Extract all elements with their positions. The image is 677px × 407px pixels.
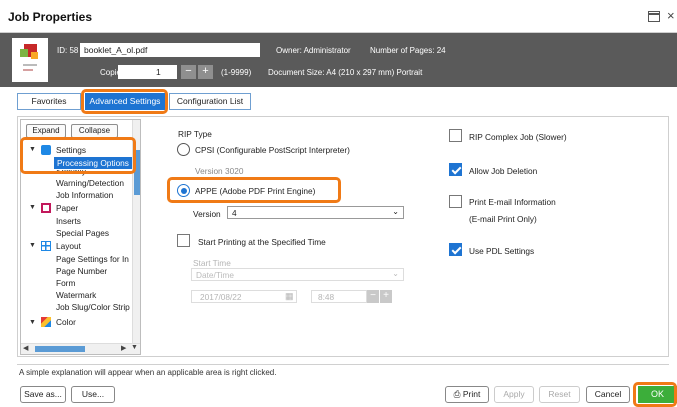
appe-radio[interactable] [177, 184, 190, 197]
close-icon[interactable]: × [667, 8, 675, 23]
ok-button[interactable]: OK [638, 386, 677, 403]
tree-item-inserts[interactable]: Inserts [56, 216, 81, 226]
rip-type-heading: RIP Type [178, 129, 212, 139]
chevron-down-icon[interactable]: ▼ [29, 146, 36, 153]
tree-item-form[interactable]: Form [56, 278, 75, 288]
expand-button[interactable]: Expand [26, 124, 66, 138]
cancel-button[interactable]: Cancel [586, 386, 630, 403]
chevron-down-icon[interactable]: ▼ [29, 204, 36, 211]
settings-icon [41, 145, 51, 155]
tree-item-warning-detection[interactable]: Warning/Detection [56, 178, 124, 188]
email-only-label: (E-mail Print Only) [469, 214, 537, 224]
tree-item-paper[interactable]: Paper [56, 203, 78, 213]
copies-range: (1-9999) [221, 68, 252, 77]
chevron-down-icon[interactable]: ▼ [29, 319, 36, 326]
status-bar: A simple explanation will appear when an… [17, 364, 669, 378]
tab-favorites[interactable]: Favorites [17, 93, 81, 110]
layout-icon [41, 241, 51, 251]
window-title: Job Properties [8, 10, 93, 24]
use-pdl-label: Use PDL Settings [469, 246, 535, 256]
calendar-icon[interactable]: ▦ [285, 291, 294, 302]
scroll-down-icon[interactable]: ▼ [131, 344, 138, 351]
copies-increment-button[interactable]: + [198, 65, 213, 79]
version-select[interactable]: 4 ⌄ [227, 206, 404, 219]
chevron-down-icon: ⌄ [392, 207, 399, 216]
save-as-button[interactable]: Save as... [20, 386, 66, 403]
job-id: ID: 58 [57, 46, 79, 55]
print-label: Print [462, 389, 481, 399]
apply-button[interactable]: Apply [494, 386, 534, 403]
date-value-text: 2017/08/22 [200, 292, 242, 302]
tree-item-job-information[interactable]: Job Information [56, 190, 113, 200]
tree-item-watermark[interactable]: Watermark [56, 290, 96, 300]
allow-deletion-checkbox[interactable] [449, 163, 462, 176]
tree-item-page-number[interactable]: Page Number [56, 266, 107, 276]
chevron-down-icon[interactable]: ▼ [29, 242, 36, 249]
collapse-button[interactable]: Collapse [71, 124, 118, 138]
cpsi-version: Version 3020 [195, 166, 244, 176]
copies-decrement-button[interactable]: − [181, 65, 196, 79]
tree-item-job-slug[interactable]: Job Slug/Color Strip [56, 302, 130, 312]
cpsi-radio[interactable] [177, 143, 190, 156]
print-email-checkbox[interactable] [449, 195, 462, 208]
title-bar: Job Properties × [0, 0, 677, 33]
paper-icon [41, 203, 51, 213]
version-value: 4 [232, 208, 237, 218]
use-pdl-checkbox[interactable] [449, 243, 462, 256]
maximize-icon[interactable] [648, 11, 660, 22]
tab-advanced-settings[interactable]: Advanced Settings [85, 93, 165, 110]
start-printing-label: Start Printing at the Specified Time [198, 237, 326, 247]
time-value-text: 8:48 [318, 292, 335, 302]
print-email-label: Print E-mail Information [469, 197, 556, 207]
tree-item-page-settings[interactable]: Page Settings for In [56, 254, 129, 264]
owner-text: Owner: Administrator [276, 46, 351, 55]
filename-field[interactable]: booklet_A_ol.pdf [80, 43, 260, 57]
scroll-right-icon[interactable]: ▶ [121, 344, 126, 352]
tree-item-security[interactable]: Security [56, 170, 86, 176]
print-button[interactable]: ⎙ Print [445, 386, 489, 403]
use-button[interactable]: Use... [71, 386, 115, 403]
copies-input[interactable]: 1 [118, 65, 177, 79]
tree-item-layout[interactable]: Layout [56, 241, 81, 251]
color-icon [41, 317, 51, 327]
start-time-label: Start Time [193, 258, 231, 268]
start-printing-checkbox[interactable] [177, 234, 190, 247]
chevron-down-icon: ⌄ [392, 269, 399, 278]
settings-tree: Expand Collapse ▼ Settings Processing Op… [20, 119, 141, 355]
version-label: Version [193, 209, 221, 219]
reset-button[interactable]: Reset [539, 386, 580, 403]
tree-item-settings[interactable]: Settings [56, 145, 86, 155]
cpsi-label: CPSI (Configurable PostScript Interprete… [195, 145, 350, 155]
tree-item-processing-options[interactable]: Processing Options [54, 157, 132, 169]
rip-complex-label: RIP Complex Job (Slower) [469, 132, 567, 142]
tree-item-special-pages[interactable]: Special Pages [56, 228, 109, 238]
start-time-select[interactable]: Date/Time ⌄ [191, 268, 404, 281]
allow-deletion-label: Allow Job Deletion [469, 166, 538, 176]
scroll-left-icon[interactable]: ◀ [23, 344, 28, 352]
tree-item-color[interactable]: Color [56, 317, 76, 327]
pages-text: Number of Pages: 24 [370, 46, 446, 55]
tab-bar: Favorites Advanced Settings Configuratio… [17, 93, 251, 110]
tree-horizontal-scrollbar[interactable]: ◀ ▶ ▼ [21, 343, 140, 354]
tree-vertical-scrollbar[interactable] [132, 120, 140, 343]
appe-label: APPE (Adobe PDF Print Engine) [195, 186, 316, 196]
document-size: Document Size: A4 (210 x 297 mm) Portrai… [268, 68, 423, 77]
printer-icon: ⎙ [453, 389, 461, 399]
start-time-value: Date/Time [196, 270, 234, 280]
tab-configuration-list[interactable]: Configuration List [169, 93, 251, 110]
rip-complex-checkbox[interactable] [449, 129, 462, 142]
time-increment-button[interactable]: + [380, 290, 392, 303]
document-thumbnail [12, 38, 48, 82]
time-decrement-button[interactable]: − [367, 290, 379, 303]
job-info-panel: ID: 58 booklet_A_ol.pdf Owner: Administr… [0, 33, 677, 87]
